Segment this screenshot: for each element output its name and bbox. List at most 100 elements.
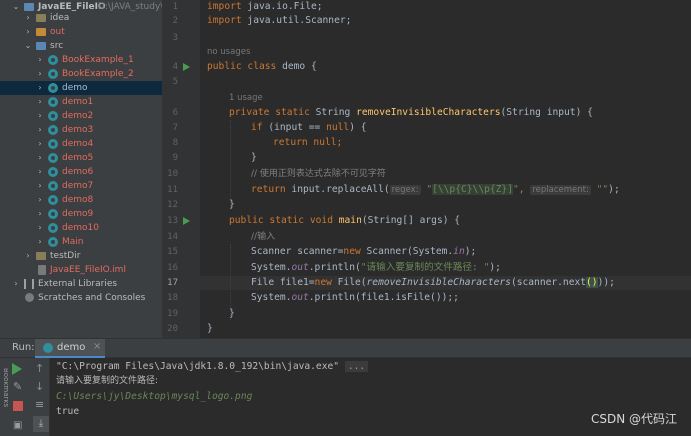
code-line-13[interactable]: public static void main(String[] args) {: [229, 214, 460, 228]
tree-item-demo1[interactable]: › demo1: [0, 95, 162, 109]
tree-item-demo5[interactable]: › demo5: [0, 151, 162, 165]
code-line-12[interactable]: }: [229, 198, 235, 212]
tree-item-idea[interactable]: › idea: [0, 11, 162, 25]
chevron-right-icon[interactable]: ›: [36, 207, 44, 221]
chevron-right-icon[interactable]: ›: [36, 95, 44, 109]
code-line-4[interactable]: public class demo {: [207, 60, 317, 74]
code-line-16[interactable]: System.out.println("请输入要复制的文件路径: ");: [251, 261, 501, 275]
line-number: 1: [172, 2, 178, 12]
camera-icon[interactable]: ▣: [13, 420, 27, 434]
code-text: String: [309, 107, 357, 118]
keyword: null: [307, 137, 337, 148]
chevron-right-icon[interactable]: ›: [36, 151, 44, 165]
class-icon: [43, 343, 53, 353]
code-text: .println(: [308, 262, 361, 273]
tree-item-demo[interactable]: › demo: [0, 81, 162, 95]
tree-item-scratches[interactable]: Scratches and Consoles: [0, 291, 162, 305]
tree-item-demo8[interactable]: › demo8: [0, 193, 162, 207]
code-line-2[interactable]: import java.util.Scanner;: [207, 14, 351, 28]
code-line-18[interactable]: System.out.println(file1.isFile());;: [251, 291, 459, 305]
tree-item-demo2[interactable]: › demo2: [0, 109, 162, 123]
console-user-input: C:\Users\jy\Desktop\mysql_logo.png: [56, 391, 253, 402]
chevron-right-icon[interactable]: ›: [24, 11, 32, 25]
code-line-20[interactable]: }: [207, 322, 213, 336]
chevron-right-icon[interactable]: ›: [36, 67, 44, 81]
arrow-up-icon[interactable]: ↑: [35, 362, 49, 376]
side-tool-strip: Bookmarks: [0, 358, 10, 436]
chevron-right-icon[interactable]: ›: [36, 193, 44, 207]
code-comment[interactable]: // 使用正则表达式去除不可见字符: [251, 167, 386, 181]
chevron-right-icon[interactable]: ›: [24, 25, 32, 39]
code-text: Scanner scanner=: [251, 246, 344, 257]
code-editor[interactable]: 1 2 3 4 5 6 7 8 9 10 11 12 13 14 15 16 1…: [162, 0, 691, 338]
source-folder-icon: [36, 42, 46, 50]
chevron-right-icon[interactable]: ›: [36, 221, 44, 235]
code-text: );: [489, 262, 501, 273]
code-text: System.: [251, 262, 292, 273]
tree-item-demo10[interactable]: › demo10: [0, 221, 162, 235]
code-line-8[interactable]: return null;: [273, 136, 342, 150]
tree-item-testdir[interactable]: › testDir: [0, 249, 162, 263]
chevron-right-icon[interactable]: ›: [36, 109, 44, 123]
param-hint-regex: regex:: [389, 185, 421, 195]
code-line-11[interactable]: return input.replaceAll(regex: "[\\p{C}\…: [251, 183, 620, 197]
line-number: 2: [172, 16, 178, 26]
code-line-7[interactable]: if (input == null) {: [251, 121, 367, 135]
code-comment[interactable]: //输入: [251, 230, 275, 244]
code-text: File(: [331, 277, 367, 288]
usage-hint[interactable]: 1 usage: [229, 91, 263, 105]
code-text: input.replaceAll(: [285, 184, 390, 195]
tree-item-external-libraries[interactable]: › External Libraries: [0, 277, 162, 291]
chevron-right-icon[interactable]: ›: [36, 165, 44, 179]
chevron-right-icon[interactable]: ›: [12, 277, 20, 291]
code-line-19[interactable]: }: [229, 307, 235, 321]
usage-hint[interactable]: no usages: [207, 45, 250, 59]
wrench-icon[interactable]: ✎: [13, 380, 27, 394]
chevron-right-icon[interactable]: ›: [36, 179, 44, 193]
code-line-17[interactable]: File file1=new File(removeInvisibleChara…: [251, 276, 615, 290]
tree-item-bookexample1[interactable]: › BookExample_1: [0, 53, 162, 67]
code-line-15[interactable]: Scanner scanner=new Scanner(System.in);: [251, 245, 476, 259]
run-tab-demo[interactable]: demo ×: [35, 339, 105, 358]
code-line-1[interactable]: import java.io.File;: [207, 0, 323, 14]
run-main-icon[interactable]: [183, 217, 190, 225]
tree-item-demo4[interactable]: › demo4: [0, 137, 162, 151]
close-icon[interactable]: ×: [93, 341, 101, 352]
code-line-9[interactable]: }: [251, 151, 257, 165]
line-number: 19: [167, 309, 178, 319]
folder-icon: [36, 28, 46, 36]
tree-item-demo9[interactable]: › demo9: [0, 207, 162, 221]
stop-icon[interactable]: [13, 401, 23, 411]
tree-item-bookexample2[interactable]: › BookExample_2: [0, 67, 162, 81]
tree-item-label: Main: [62, 237, 84, 247]
run-toolbar: Run: demo ×: [0, 338, 691, 358]
tree-item-out[interactable]: › out: [0, 25, 162, 39]
chevron-right-icon[interactable]: ›: [36, 137, 44, 151]
keyword: return: [251, 184, 286, 195]
chevron-right-icon[interactable]: ›: [36, 123, 44, 137]
tree-item-label: BookExample_2: [62, 69, 134, 79]
chevron-right-icon[interactable]: ›: [36, 53, 44, 67]
code-text: java.util.Scanner;: [241, 15, 352, 26]
tree-item-demo6[interactable]: › demo6: [0, 165, 162, 179]
arrow-down-icon[interactable]: ↓: [35, 380, 49, 394]
scroll-to-end-icon[interactable]: ⤓: [33, 416, 49, 432]
chevron-right-icon[interactable]: ›: [36, 81, 44, 95]
tree-item-demo7[interactable]: › demo7: [0, 179, 162, 193]
code-line-6[interactable]: private static String removeInvisibleCha…: [229, 106, 593, 120]
tree-item-iml[interactable]: JavaEE_FileIO.iml: [0, 263, 162, 277]
fold-toggle[interactable]: ...: [344, 361, 369, 372]
soft-wrap-icon[interactable]: ≡: [35, 398, 49, 412]
tree-item-main[interactable]: › Main: [0, 235, 162, 249]
code-text: (String[] args) {: [361, 215, 461, 226]
run-class-icon[interactable]: [183, 63, 190, 71]
run-console[interactable]: Bookmarks ↑ ✎ ↓ ≡ ▣ ⤓ "C:\Program Files\…: [0, 358, 691, 436]
chevron-right-icon[interactable]: ›: [24, 249, 32, 263]
rerun-icon[interactable]: [12, 363, 22, 375]
line-number: 4: [172, 62, 178, 72]
keyword: null: [326, 122, 350, 133]
tree-item-demo3[interactable]: › demo3: [0, 123, 162, 137]
chevron-right-icon[interactable]: ›: [36, 235, 44, 249]
chevron-down-icon[interactable]: ⌄: [24, 39, 32, 53]
tree-item-src[interactable]: ⌄ src: [0, 39, 162, 53]
